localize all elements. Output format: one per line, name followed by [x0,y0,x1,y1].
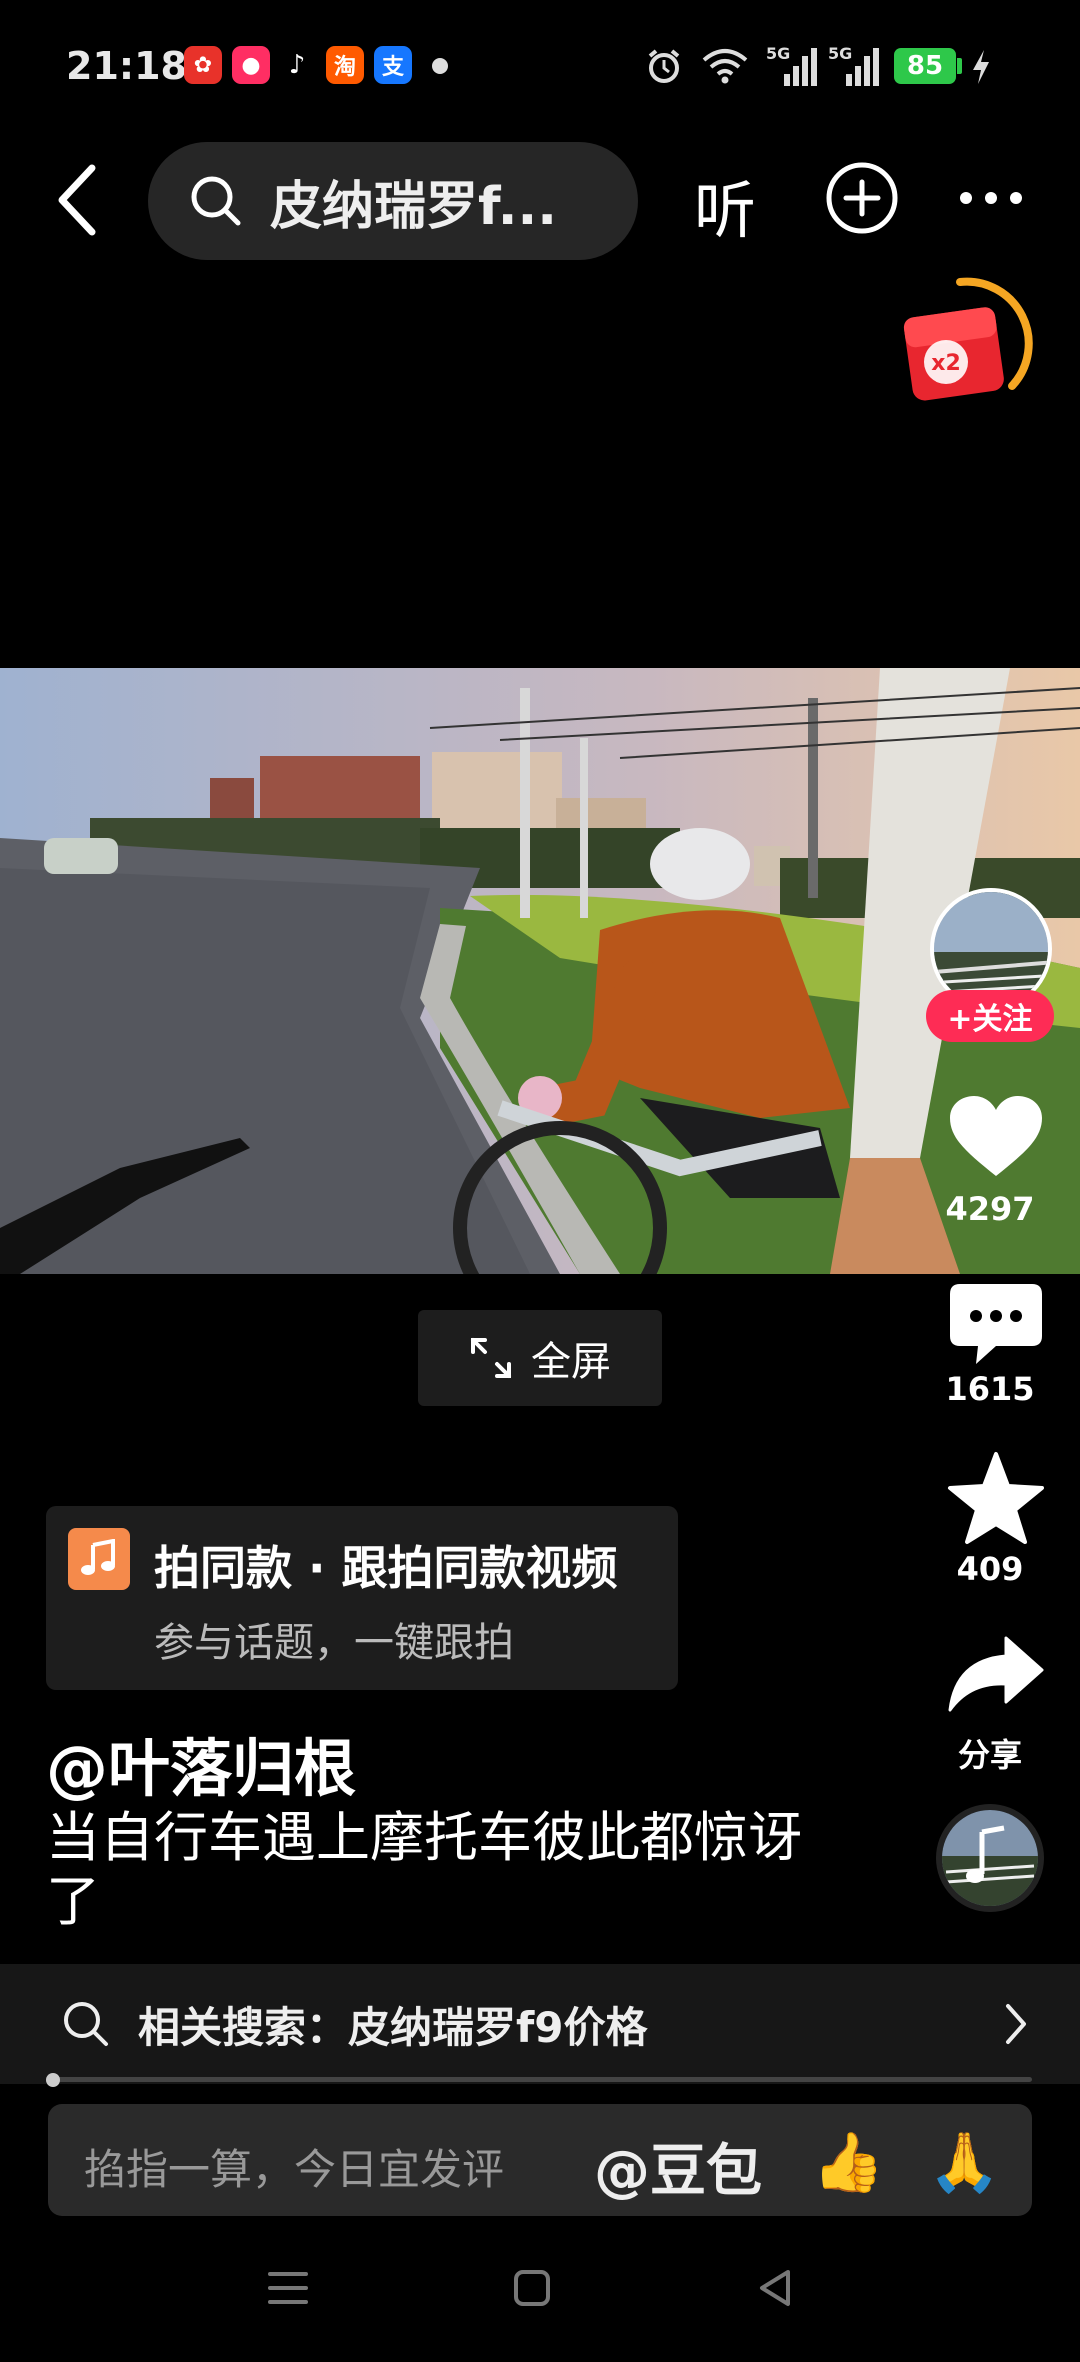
like-count: 4297 [945,1190,1035,1228]
pray-emoji-button[interactable]: 🙏 [928,2128,1000,2197]
template-subtitle: 参与话题，一键跟拍 [154,1620,514,1666]
thumbs-up-emoji-button[interactable]: 👍 [812,2128,884,2197]
music-disc[interactable] [936,1804,1044,1912]
favorite-star-icon[interactable] [946,1450,1046,1546]
alarm-icon [648,49,680,83]
menu-nav-icon[interactable] [266,2268,310,2308]
share-arrow-icon[interactable] [946,1634,1046,1714]
battery-cap [957,58,962,74]
author-name[interactable]: @叶落归根 [46,1718,356,1808]
battery-level: 85 [894,48,956,84]
taobao-notification-icon: 淘 [326,46,364,84]
app-notification-icon: ● [232,46,270,84]
back-nav-icon[interactable] [756,2268,796,2308]
related-search-text: 相关搜索：皮纳瑞罗f9价格 [138,1994,648,2055]
chevron-right-icon [1006,2004,1026,2044]
more-notifications-dot [432,58,448,74]
red-packet-reward-button[interactable]: x2 [900,276,1040,416]
video-frame-image [0,668,1080,1274]
like-heart-icon[interactable] [946,1092,1046,1182]
charging-icon [973,50,989,84]
cellular-signal-2: 5G [828,44,884,88]
more-icon[interactable] [958,190,1024,206]
alipay-notification-icon: 支 [374,46,412,84]
back-arrow-icon[interactable] [50,160,110,240]
related-search-bar[interactable]: 相关搜索：皮纳瑞罗f9价格 [0,1964,1080,2084]
wifi-icon [702,49,748,84]
comment-icon[interactable] [946,1280,1046,1370]
comment-count: 1615 [945,1370,1035,1408]
mention-doubao-button[interactable]: @豆包 [594,2126,762,2207]
comment-input-bar[interactable]: 掐指一算，今日宜发评 @豆包 👍 🙏 [48,2104,1032,2216]
expand-icon [471,1338,511,1378]
douyin-notification-icon: ♪ [278,46,316,84]
related-search-query: 皮纳瑞罗f9价格 [348,2002,648,2052]
status-time: 21:18 [66,44,187,88]
status-bar: 21:18 ✿ ● ♪ 淘 支 5G 5G 85 [0,0,1080,130]
related-search-prefix: 相关搜索： [138,2002,349,2052]
comment-placeholder: 掐指一算，今日宜发评 [84,2145,505,2194]
share-label: 分享 [957,1736,1022,1774]
app-notification-icon: ✿ [184,46,222,84]
reward-multiplier: x2 [931,351,961,376]
video-caption: 当自行车遇上摩托车彼此都惊讶了 [46,1806,802,1933]
music-cover-image [942,1810,1038,1906]
listen-button[interactable]: 听 [694,160,756,250]
search-box[interactable]: 皮纳瑞罗f... [148,142,638,260]
video-progress-bar[interactable] [45,2073,1032,2087]
music-note-icon [68,1528,130,1590]
search-icon [64,2002,108,2046]
template-title: 拍同款 · 跟拍同款视频 [154,1541,618,1595]
red-packet-icon: x2 [903,277,1033,401]
fullscreen-label: 全屏 [531,1339,611,1385]
progress-knob[interactable] [45,2073,60,2087]
add-icon[interactable] [824,160,900,236]
favorite-count: 409 [956,1550,1024,1588]
video-player[interactable] [0,668,1080,1274]
cellular-signal-1: 5G [766,44,822,88]
home-nav-icon[interactable] [512,2268,552,2308]
fullscreen-button[interactable]: 全屏 [418,1310,662,1406]
search-query-text: 皮纳瑞罗f... [270,176,558,237]
shoot-same-style-card[interactable]: 拍同款 · 跟拍同款视频 参与话题，一键跟拍 [46,1506,678,1690]
search-icon [191,176,241,226]
follow-button[interactable]: +关注 [926,990,1054,1042]
